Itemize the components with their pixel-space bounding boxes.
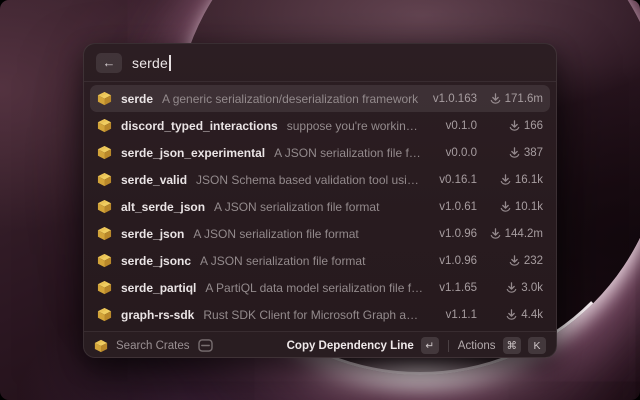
crate-downloads: 171.6m [487,93,543,105]
crate-description: A JSON serialization file format [200,254,424,268]
crate-description: A JSON serialization file format [274,146,424,160]
crate-version: v1.1.65 [433,282,477,294]
crate-name: serde_partiql [121,281,196,295]
crate-icon [97,145,112,160]
crate-downloads: 232 [487,255,543,267]
back-arrow-icon: ← [103,55,116,70]
crate-icon [97,280,112,295]
crate-description: suppose you're working with discord slas… [287,119,424,133]
crate-icon [97,253,112,268]
desktop: ← serde serde A generic serialization/de… [0,0,640,400]
crate-name: serde [121,92,153,106]
crate-name: graph-rs-sdk [121,308,194,322]
command-name: Search Crates [116,340,190,352]
wallpaper-glow [290,352,550,396]
crate-name: serde_valid [121,173,187,187]
back-button[interactable]: ← [96,53,122,73]
results-list: serde A generic serialization/deserializ… [84,82,556,331]
crate-description: A JSON serialization file format [193,227,424,241]
crate-name: alt_serde_json [121,200,205,214]
crate-downloads: 4.4k [487,309,543,321]
divider [448,340,449,352]
result-row-discord-typed-interactions[interactable]: discord_typed_interactions suppose you'r… [90,112,550,139]
action-bar: Search Crates Copy Dependency Line ↵ Act… [84,331,556,358]
crate-version: v1.1.1 [433,309,477,321]
return-icon: ↵ [425,340,434,352]
crate-icon [97,172,112,187]
row-meta: v0.1.0 166 [433,120,543,132]
crate-name: serde_jsonc [121,254,191,268]
crate-version: v0.0.0 [433,147,477,159]
download-icon [509,255,520,266]
crate-version: v1.0.61 [433,201,477,213]
crate-description: A PartiQL data model serialization file … [205,281,424,295]
crate-icon [97,199,112,214]
command-icon: ⌘ [507,340,518,352]
row-meta: v1.0.61 10.1k [433,201,543,213]
row-meta: v0.16.1 16.1k [433,174,543,186]
download-icon [500,174,511,185]
crate-description: A generic serialization/deserialization … [162,92,424,106]
search-bar: ← serde [84,44,556,82]
actions-menu-button[interactable]: Actions [458,340,496,352]
crate-version: v0.16.1 [433,174,477,186]
crate-description: Rust SDK Client for Microsoft Graph and … [203,308,424,322]
search-query-text: serde [132,55,168,71]
enter-key-badge: ↵ [421,337,439,354]
crate-downloads: 144.2m [487,228,543,240]
crate-name: discord_typed_interactions [121,119,278,133]
primary-action-button[interactable]: Copy Dependency Line [287,340,414,352]
extension-crate-icon [94,339,108,353]
crate-version: v1.0.163 [433,93,477,105]
search-input[interactable]: serde [132,55,171,71]
row-meta: v1.0.163 171.6m [433,93,543,105]
download-icon [500,201,511,212]
crate-name: serde_json_experimental [121,146,265,160]
text-cursor [169,55,171,71]
crate-description: JSON Schema based validation tool using … [196,173,424,187]
crate-icon [97,91,112,106]
result-row-serde-partiql[interactable]: serde_partiql A PartiQL data model seria… [90,274,550,301]
crate-description: A JSON serialization file format [214,200,424,214]
download-icon [509,120,520,131]
command-key-badge: ⌘ [503,337,522,354]
crate-name: serde_json [121,227,184,241]
result-row-serde-valid[interactable]: serde_valid JSON Schema based validation… [90,166,550,193]
crate-version: v1.0.96 [433,255,477,267]
crate-icon [97,307,112,322]
result-row-serde-jsonc[interactable]: serde_jsonc A JSON serialization file fo… [90,247,550,274]
detail-panel-icon [198,339,213,352]
crate-version: v1.0.96 [433,228,477,240]
crate-downloads: 10.1k [487,201,543,213]
download-icon [506,282,517,293]
action-bar-right: Copy Dependency Line ↵ Actions ⌘ K [287,337,546,354]
row-meta: v0.0.0 387 [433,147,543,159]
row-meta: v1.0.96 144.2m [433,228,543,240]
download-icon [506,309,517,320]
crate-downloads: 166 [487,120,543,132]
result-row-serde-json[interactable]: serde_json A JSON serialization file for… [90,220,550,247]
row-meta: v1.1.65 3.0k [433,282,543,294]
row-meta: v1.0.96 232 [433,255,543,267]
download-icon [509,147,520,158]
row-meta: v1.1.1 4.4k [433,309,543,321]
crate-downloads: 16.1k [487,174,543,186]
result-row-graph-rs-sdk[interactable]: graph-rs-sdk Rust SDK Client for Microso… [90,301,550,328]
crate-version: v0.1.0 [433,120,477,132]
result-row-alt-serde-json[interactable]: alt_serde_json A JSON serialization file… [90,193,550,220]
crate-icon [97,226,112,241]
result-row-serde[interactable]: serde A generic serialization/deserializ… [90,85,550,112]
k-key-badge: K [528,337,546,354]
launcher-window: ← serde serde A generic serialization/de… [83,43,557,358]
download-icon [490,93,501,104]
download-icon [490,228,501,239]
crate-icon [97,118,112,133]
crate-downloads: 3.0k [487,282,543,294]
crate-downloads: 387 [487,147,543,159]
result-row-serde-json-experimental[interactable]: serde_json_experimental A JSON serializa… [90,139,550,166]
